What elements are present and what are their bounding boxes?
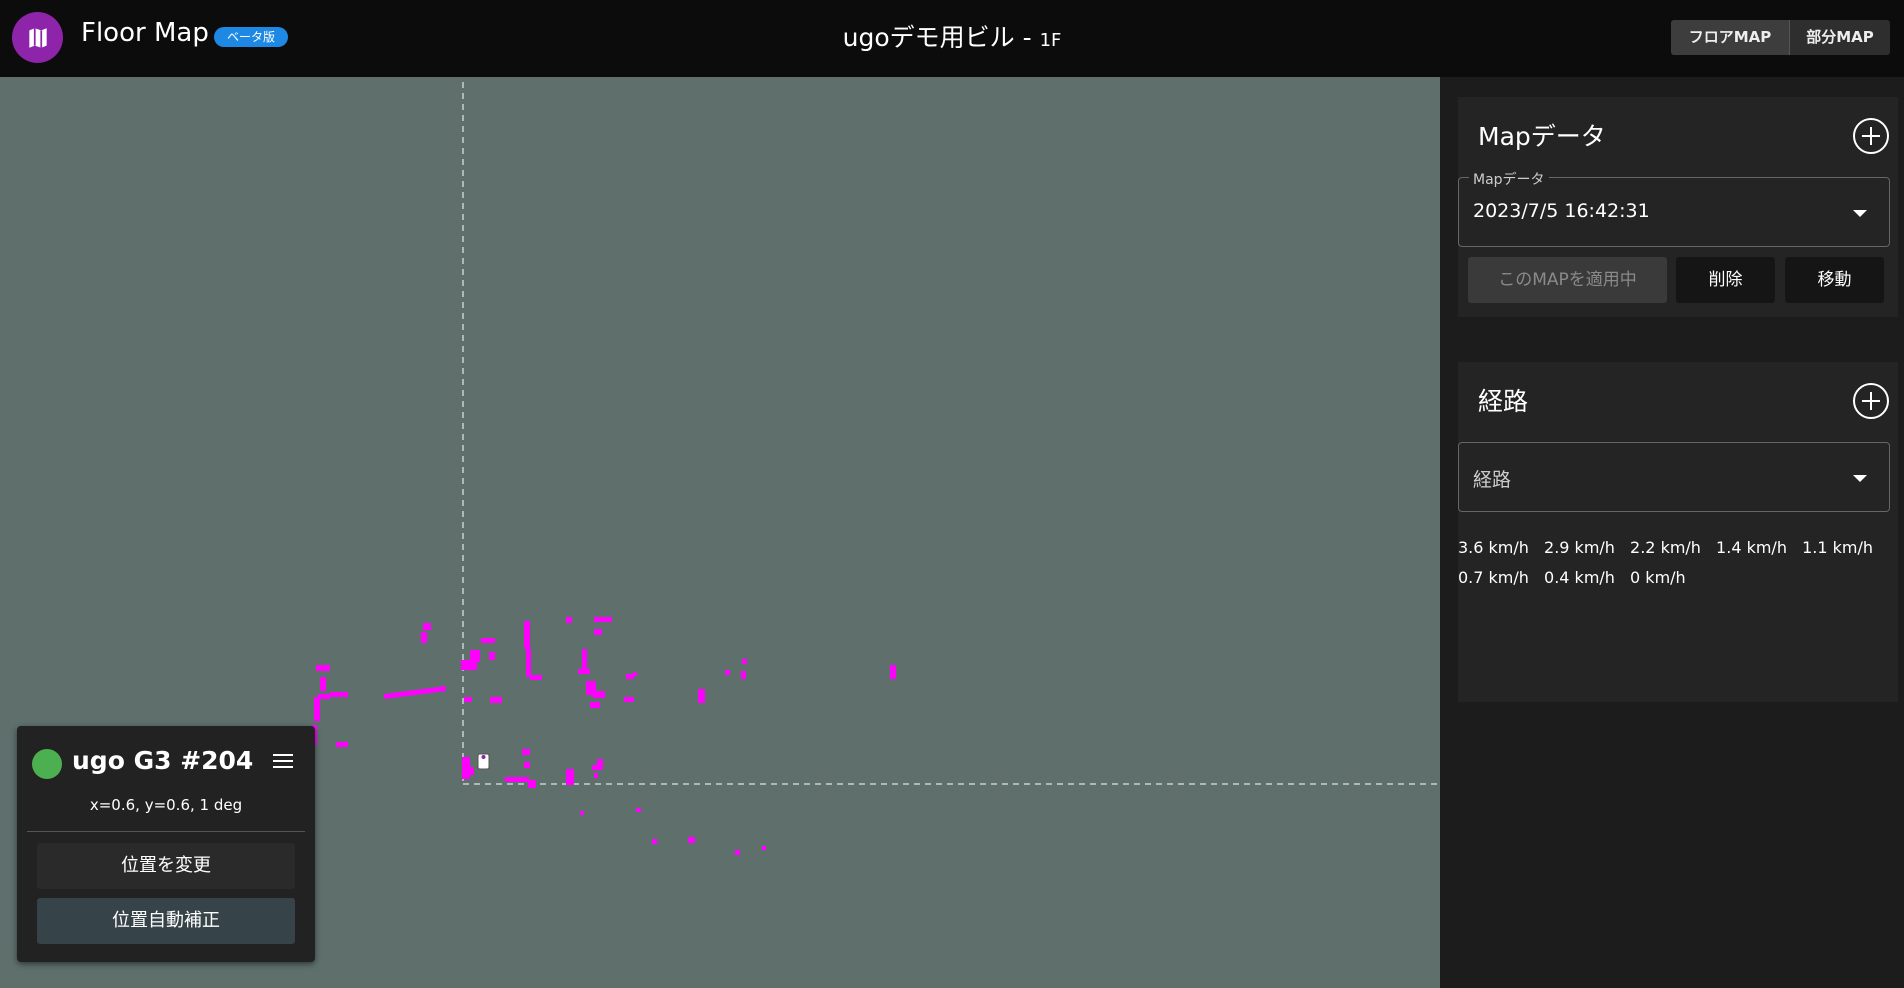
- change-position-button[interactable]: 位置を変更: [37, 843, 295, 889]
- speed-label: 0.4 km/h: [1544, 568, 1615, 587]
- apply-map-button[interactable]: このMAPを適用中: [1468, 257, 1667, 303]
- card-divider: [27, 831, 305, 832]
- app-title: Floor Map: [81, 18, 209, 48]
- speed-legend-item: 2.2 km/h: [1630, 538, 1701, 557]
- chevron-down-icon: [1853, 475, 1867, 482]
- right-panel: Mapデータ Mapデータ 2023/7/5 16:42:31 このMAPを適用…: [1440, 77, 1904, 988]
- robot-status-indicator: [32, 749, 62, 779]
- route-section: 経路 経路: [1458, 362, 1898, 702]
- move-button[interactable]: 移動: [1785, 257, 1884, 303]
- floor-label: 1F: [1039, 30, 1062, 51]
- speed-legend-item: 3.6 km/h: [1458, 538, 1529, 557]
- map-data-title: Mapデータ: [1478, 122, 1606, 151]
- robot-card: ugo G3 #204 x=0.6, y=0.6, 1 deg 位置を変更 位置…: [17, 726, 315, 962]
- obstacle-points: [312, 617, 896, 855]
- auto-correct-position-button[interactable]: 位置自動補正: [37, 898, 295, 944]
- speed-legend-item: 0.4 km/h: [1544, 568, 1615, 587]
- delete-button[interactable]: 削除: [1676, 257, 1775, 303]
- speed-label: 1.1 km/h: [1802, 538, 1873, 557]
- speed-legend-item: 1.4 km/h: [1716, 538, 1787, 557]
- speed-legend-item: 2.9 km/h: [1544, 538, 1615, 557]
- view-toggle: フロアMAP 部分MAP: [1671, 20, 1890, 55]
- floor-map-tab[interactable]: フロアMAP: [1671, 20, 1789, 55]
- speed-label: 0 km/h: [1630, 568, 1686, 587]
- speed-label: 2.9 km/h: [1544, 538, 1615, 557]
- building-name: ugoデモ用ビル -: [842, 23, 1040, 52]
- map-data-section: Mapデータ Mapデータ 2023/7/5 16:42:31 このMAPを適用…: [1458, 97, 1898, 317]
- map-data-select[interactable]: Mapデータ 2023/7/5 16:42:31: [1458, 169, 1890, 247]
- map-icon[interactable]: [12, 12, 63, 63]
- speed-legend-item: 0.7 km/h: [1458, 568, 1529, 587]
- speed-label: 1.4 km/h: [1716, 538, 1787, 557]
- partial-map-tab[interactable]: 部分MAP: [1789, 20, 1890, 55]
- speed-label: 0.7 km/h: [1458, 568, 1529, 587]
- speed-label: 2.2 km/h: [1630, 538, 1701, 557]
- floor-map-canvas[interactable]: ugo G3 #204 x=0.6, y=0.6, 1 deg 位置を変更 位置…: [0, 77, 1440, 988]
- route-select-placeholder: 経路: [1473, 469, 1512, 491]
- hamburger-menu-icon[interactable]: [273, 754, 293, 770]
- route-title: 経路: [1478, 387, 1529, 416]
- robot-pose: x=0.6, y=0.6, 1 deg: [89, 796, 243, 814]
- speed-legend-item: 0 km/h: [1630, 568, 1686, 587]
- plus-circle-icon[interactable]: [1853, 383, 1889, 419]
- app-header: Floor Map ベータ版 ugoデモ用ビル - 1F フロアMAP 部分MA…: [0, 0, 1904, 77]
- route-select[interactable]: 経路: [1458, 442, 1890, 512]
- map-data-select-value: 2023/7/5 16:42:31: [1473, 200, 1650, 222]
- chevron-down-icon: [1853, 210, 1867, 217]
- speed-legend-item: 1.1 km/h: [1802, 538, 1873, 557]
- speed-legend: 3.6 km/h 2.9 km/h 2.2 km/h 1.4 km/h 1.1 …: [1458, 533, 1888, 593]
- robot-name: ugo G3 #204: [72, 746, 254, 775]
- map-data-select-label: Mapデータ: [1469, 169, 1549, 189]
- speed-label: 3.6 km/h: [1458, 538, 1529, 557]
- beta-badge: ベータ版: [214, 27, 289, 47]
- robot-marker: [477, 753, 490, 770]
- plus-circle-icon[interactable]: [1853, 118, 1889, 154]
